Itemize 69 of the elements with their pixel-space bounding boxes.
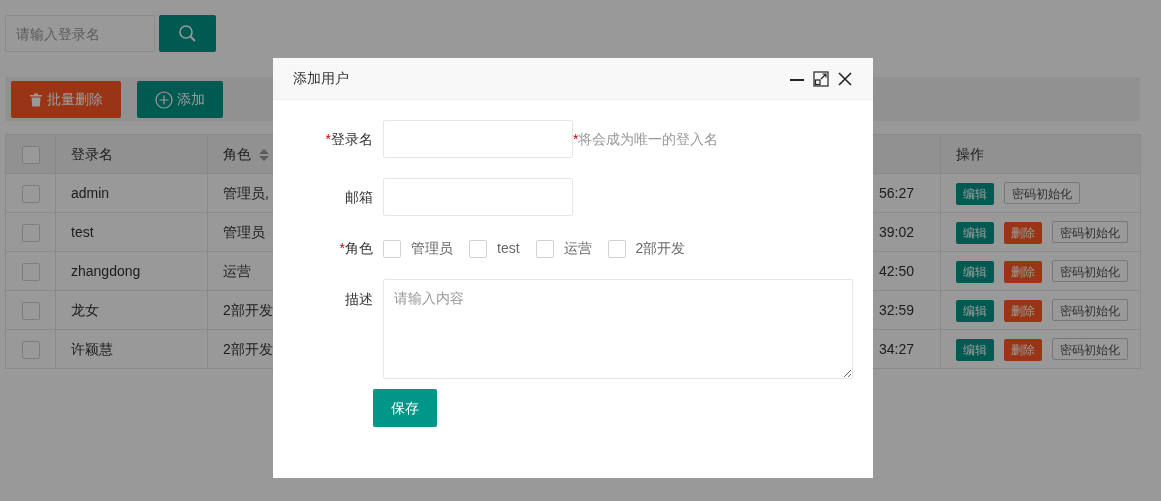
delete-button[interactable]: 删除: [1004, 260, 1042, 283]
table-cell: 龙女: [71, 301, 99, 318]
maximize-icon[interactable]: [813, 70, 829, 87]
table-cell: admin: [71, 184, 110, 201]
reset-password-button[interactable]: 密码初始化: [1052, 337, 1128, 360]
table-cell: 许颖慧: [71, 340, 113, 357]
table-cell: 管理员,: [223, 184, 269, 201]
table-cell: 管理员: [223, 223, 265, 240]
required-mark: *: [325, 130, 331, 147]
checkbox-label: test: [497, 239, 520, 258]
search-field[interactable]: 请输入登录名: [5, 15, 155, 52]
hint-text: 将会成为唯一的登入名: [578, 129, 719, 149]
dialog-title: 添加用户: [293, 69, 350, 88]
table-cell: 运营: [223, 262, 251, 279]
reset-password-button[interactable]: 密码初始化: [1052, 298, 1128, 321]
close-icon[interactable]: [837, 70, 853, 87]
delete-button[interactable]: 删除: [1004, 338, 1042, 361]
add-button[interactable]: 添加: [137, 81, 223, 118]
checkbox[interactable]: [21, 145, 40, 164]
table-cell: zhangdong: [71, 262, 141, 279]
field-label: 邮箱: [345, 188, 373, 205]
field-label: 描述: [345, 291, 373, 307]
input-field[interactable]: [383, 120, 573, 158]
sort-icon[interactable]: [258, 148, 269, 161]
checkbox[interactable]: [21, 184, 40, 203]
required-mark: *: [573, 129, 579, 149]
search-icon: [177, 23, 198, 44]
column-header: 操作: [956, 145, 984, 162]
edit-button[interactable]: 编辑: [956, 221, 994, 244]
table-cell: 39:02: [878, 223, 914, 240]
checkbox[interactable]: [21, 262, 40, 281]
table-cell: 2部开发: [223, 301, 273, 318]
search-button[interactable]: [159, 15, 216, 52]
delete-button[interactable]: 批量删除: [11, 81, 121, 118]
edit-button[interactable]: 编辑: [956, 299, 994, 322]
column-header: 登录名: [71, 145, 113, 162]
table-cell: test: [71, 223, 94, 240]
table-cell: 34:27: [878, 340, 914, 357]
table-cell: 2部开发: [223, 340, 273, 357]
checkbox-label: 2部开发: [635, 239, 686, 258]
checkbox[interactable]: [383, 239, 401, 258]
checkbox[interactable]: [607, 239, 626, 258]
checkbox[interactable]: [21, 340, 40, 359]
delete-button[interactable]: 删除: [1004, 299, 1042, 322]
edit-button[interactable]: 编辑: [956, 182, 994, 205]
checkbox[interactable]: [535, 239, 554, 258]
input-field[interactable]: [383, 178, 573, 216]
field-label: 登录名: [331, 130, 373, 147]
trash-icon: [29, 92, 43, 107]
table-cell: 42:50: [878, 262, 914, 279]
table-cell: 32:59: [878, 301, 914, 318]
checkbox[interactable]: [469, 239, 487, 258]
reset-password-button[interactable]: 密码初始化: [1052, 259, 1128, 282]
reset-password-button[interactable]: 密码初始化: [1004, 181, 1080, 204]
column-header[interactable]: 角色: [223, 145, 251, 162]
plus-circle-icon: [155, 90, 173, 109]
checkbox-label: 运营: [563, 239, 592, 258]
reset-password-button[interactable]: 密码初始化: [1052, 220, 1128, 243]
edit-button[interactable]: 编辑: [956, 338, 994, 361]
field-label: 角色: [345, 240, 373, 256]
edit-button[interactable]: 编辑: [956, 260, 994, 283]
save-button[interactable]: 保存: [373, 389, 437, 427]
delete-button[interactable]: 删除: [1004, 221, 1042, 244]
table-cell: 56:27: [878, 184, 914, 201]
checkbox[interactable]: [21, 223, 40, 242]
checkbox-label: 管理员: [411, 239, 453, 258]
textarea-field[interactable]: 请输入内容: [383, 279, 853, 379]
checkbox[interactable]: [21, 301, 40, 320]
required-mark: *: [339, 240, 345, 256]
